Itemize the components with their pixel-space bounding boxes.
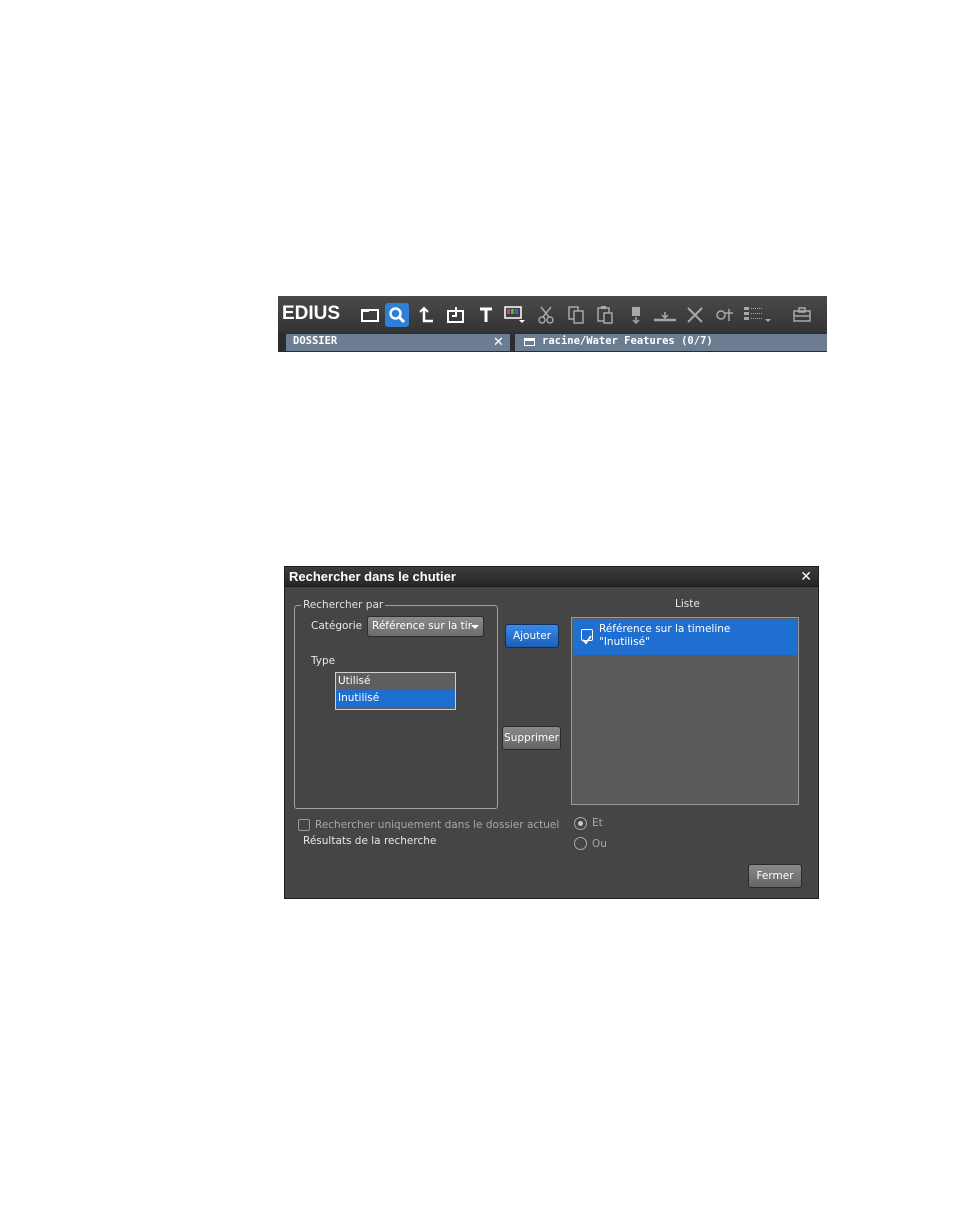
toolbox-icon[interactable] [790,303,814,327]
bin-toolbar: EDIUS DOSSIER ✕ racine/Water Features (0… [278,296,827,352]
criteria-list[interactable]: Référence sur la timeline "Inutilisé" [571,617,799,805]
search-by-label: Rechercher par [301,599,386,611]
list-item-line2: "Inutilisé" [599,636,650,648]
folder-tab-label: DOSSIER [293,335,338,347]
folder-icon[interactable] [358,303,382,327]
properties-icon[interactable] [713,303,737,327]
up-arrow-icon[interactable] [415,303,439,327]
search-bin-dialog: Rechercher dans le chutier ✕ Rechercher … [284,566,819,899]
chevron-down-icon [471,625,479,629]
import-icon[interactable] [444,303,468,327]
remove-button[interactable]: Supprimer [502,726,561,750]
toolbar-tabs: DOSSIER ✕ racine/Water Features (0/7) [278,333,827,352]
view-mode-icon[interactable] [741,303,775,327]
app-logo: EDIUS [282,303,341,324]
criterion-checkbox[interactable] [581,629,593,645]
cut-icon[interactable] [534,303,558,327]
type-listbox[interactable]: Utilisé Inutilisé [335,672,456,710]
type-label: Type [311,655,336,667]
search-icon[interactable] [385,303,409,327]
list-item-line1: Référence sur la timeline [599,623,731,635]
path-tab[interactable]: racine/Water Features (0/7) [515,334,827,351]
category-label: Catégorie [311,620,363,632]
add-to-player-icon[interactable] [624,303,648,327]
list-item[interactable]: Référence sur la timeline "Inutilisé" [573,619,797,655]
category-select[interactable]: Référence sur la tir [367,616,484,637]
add-button[interactable]: Ajouter [505,624,559,648]
type-option-used[interactable]: Utilisé [336,673,455,690]
folder-icon [524,338,535,346]
close-button[interactable]: Fermer [748,864,802,888]
and-label: Et [592,817,603,829]
current-folder-checkbox[interactable] [298,819,310,831]
add-to-timeline-icon[interactable] [653,303,677,327]
check-icon [582,635,592,645]
delete-icon[interactable] [683,303,707,327]
close-icon[interactable]: ✕ [492,334,505,351]
category-value: Référence sur la tir [372,620,473,632]
results-label: Résultats de la recherche [303,835,437,847]
and-radio[interactable] [574,817,587,830]
current-folder-label: Rechercher uniquement dans le dossier ac… [315,819,560,831]
or-label: Ou [592,838,607,850]
folder-tab[interactable]: DOSSIER ✕ [286,334,510,351]
dialog-title: Rechercher dans le chutier [289,569,456,584]
list-item-text: Référence sur la timeline "Inutilisé" [599,623,730,649]
or-radio[interactable] [574,837,587,850]
path-label: racine/Water Features (0/7) [542,335,713,347]
copy-icon[interactable] [564,303,588,327]
list-label: Liste [675,598,700,610]
dialog-titlebar: Rechercher dans le chutier ✕ [285,567,818,587]
close-icon[interactable]: ✕ [800,568,812,586]
title-icon[interactable] [474,303,498,327]
toolbar-row: EDIUS [278,296,827,333]
paste-icon[interactable] [593,303,617,327]
type-option-unused[interactable]: Inutilisé [336,690,455,707]
color-bars-icon[interactable] [502,303,526,327]
